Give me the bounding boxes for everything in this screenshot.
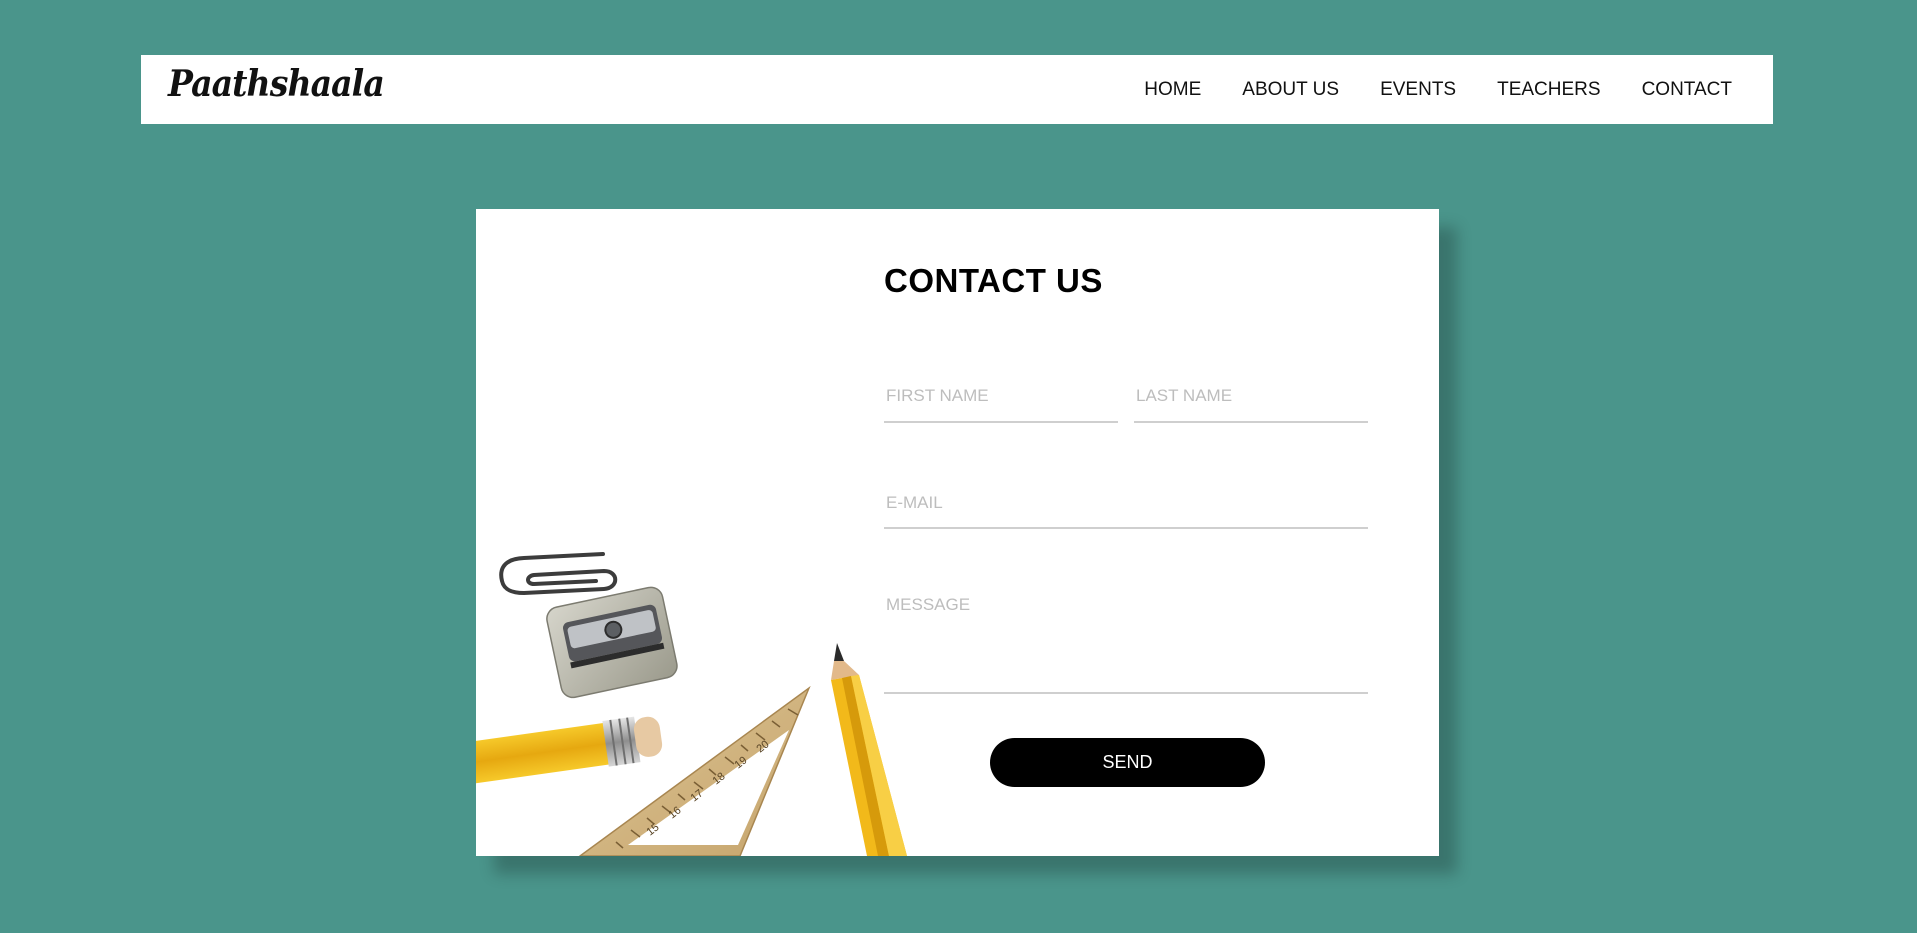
set-square-ruler-icon: 15 16 17 18 19 20 [578, 685, 811, 856]
first-name-input[interactable] [884, 371, 1118, 423]
contact-title: CONTACT US [884, 262, 1103, 299]
ruler-mark-16: 16 [666, 804, 683, 821]
ruler-mark-17: 17 [688, 787, 705, 804]
ruler-mark-19: 19 [732, 754, 749, 771]
sharpener-icon [546, 586, 678, 699]
email-input[interactable] [884, 479, 1368, 529]
nav-contact[interactable]: CONTACT [1642, 79, 1732, 101]
message-input[interactable] [884, 595, 1368, 694]
ruler-mark-18: 18 [710, 770, 727, 787]
stationery-illustration: 15 16 17 18 19 20 [476, 552, 907, 856]
nav-home[interactable]: HOME [1144, 79, 1201, 101]
nav-about-us[interactable]: ABOUT US [1242, 79, 1339, 101]
ruler-mark-20: 20 [754, 738, 771, 755]
nav-teachers[interactable]: TEACHERS [1497, 79, 1600, 101]
nav-events[interactable]: EVENTS [1380, 79, 1456, 101]
navbar: Paathshaala HOME ABOUT US EVENTS TEACHER… [141, 55, 1773, 124]
paperclip-icon [499, 552, 618, 596]
ruler-mark-15: 15 [644, 821, 661, 838]
site-logo[interactable]: Paathshaala [168, 63, 385, 105]
contact-card: 15 16 17 18 19 20 CONTACT US SEND [476, 209, 1439, 856]
send-button[interactable]: SEND [990, 738, 1265, 787]
nav-links: HOME ABOUT US EVENTS TEACHERS CONTACT [1144, 55, 1732, 124]
last-name-input[interactable] [1134, 371, 1368, 423]
horizontal-pencil-icon [476, 716, 663, 789]
